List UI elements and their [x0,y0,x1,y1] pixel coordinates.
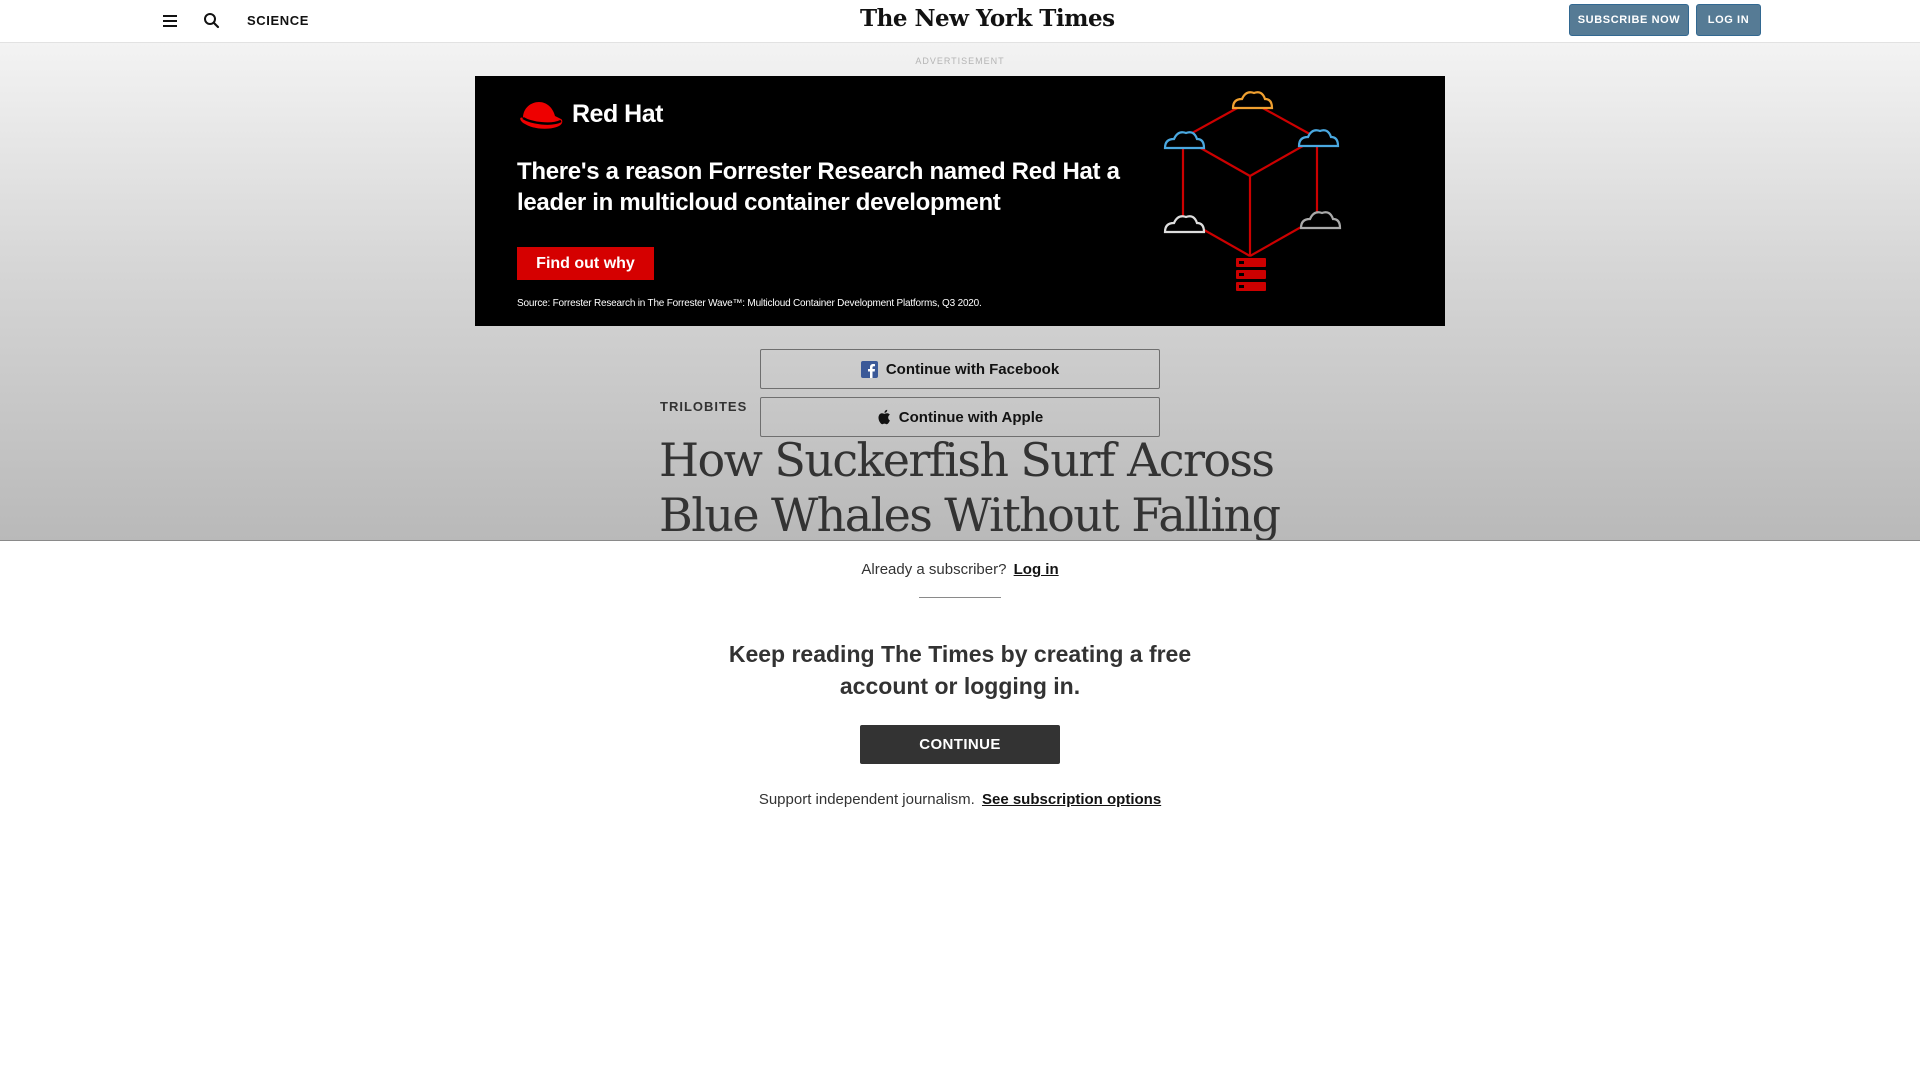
section-link-science[interactable]: SCIENCE [247,13,309,28]
divider [919,597,1001,598]
top-navigation-bar: SCIENCE The New York Times SUBSCRIBE NOW… [0,0,1920,43]
continue-button[interactable]: CONTINUE [860,725,1060,764]
support-journalism-line: Support independent journalism. See subs… [0,791,1920,808]
already-subscriber-text: Already a subscriber? [861,561,1007,578]
paywall-login-link[interactable]: Log in [1014,561,1059,578]
subscription-options-link[interactable]: See subscription options [982,791,1161,808]
ad-find-out-why-button[interactable]: Find out why [517,247,654,280]
red-hat-wordmark: Red Hat [572,100,663,128]
search-icon[interactable] [202,11,222,31]
header-login-button[interactable]: LOG IN [1696,4,1761,36]
red-hat-advertisement[interactable]: Red Hat There's a reason Forrester Resea… [475,76,1445,326]
support-text: Support independent journalism. [758,791,975,808]
apple-icon [877,409,891,425]
apple-button-label: Continue with Apple [898,408,1044,426]
paywall-prompt: Keep reading The Times by creating a fre… [728,641,1192,699]
ad-source-note: Source: Forrester Research in The Forres… [517,298,982,309]
continue-with-apple-button[interactable]: Continue with Apple [760,397,1160,437]
article-kicker[interactable]: TRILOBITES [660,399,747,414]
advertisement-label: ADVERTISEMENT [915,56,1005,66]
continue-with-facebook-button[interactable]: Continue with Facebook [760,349,1160,389]
registration-wall: Already a subscriber? Log in Keep readin… [0,540,1920,1080]
facebook-button-label: Continue with Facebook [885,360,1060,378]
nyt-logo[interactable]: The New York Times [860,5,1115,35]
subscribe-now-button[interactable]: SUBSCRIBE NOW [1569,4,1689,36]
ad-headline: There's a reason Forrester Research name… [517,158,1120,216]
facebook-icon [860,360,878,378]
already-subscriber-line: Already a subscriber? Log in [0,561,1920,578]
multicloud-cube-graphic [1163,91,1342,291]
hamburger-menu-icon[interactable] [160,12,180,30]
